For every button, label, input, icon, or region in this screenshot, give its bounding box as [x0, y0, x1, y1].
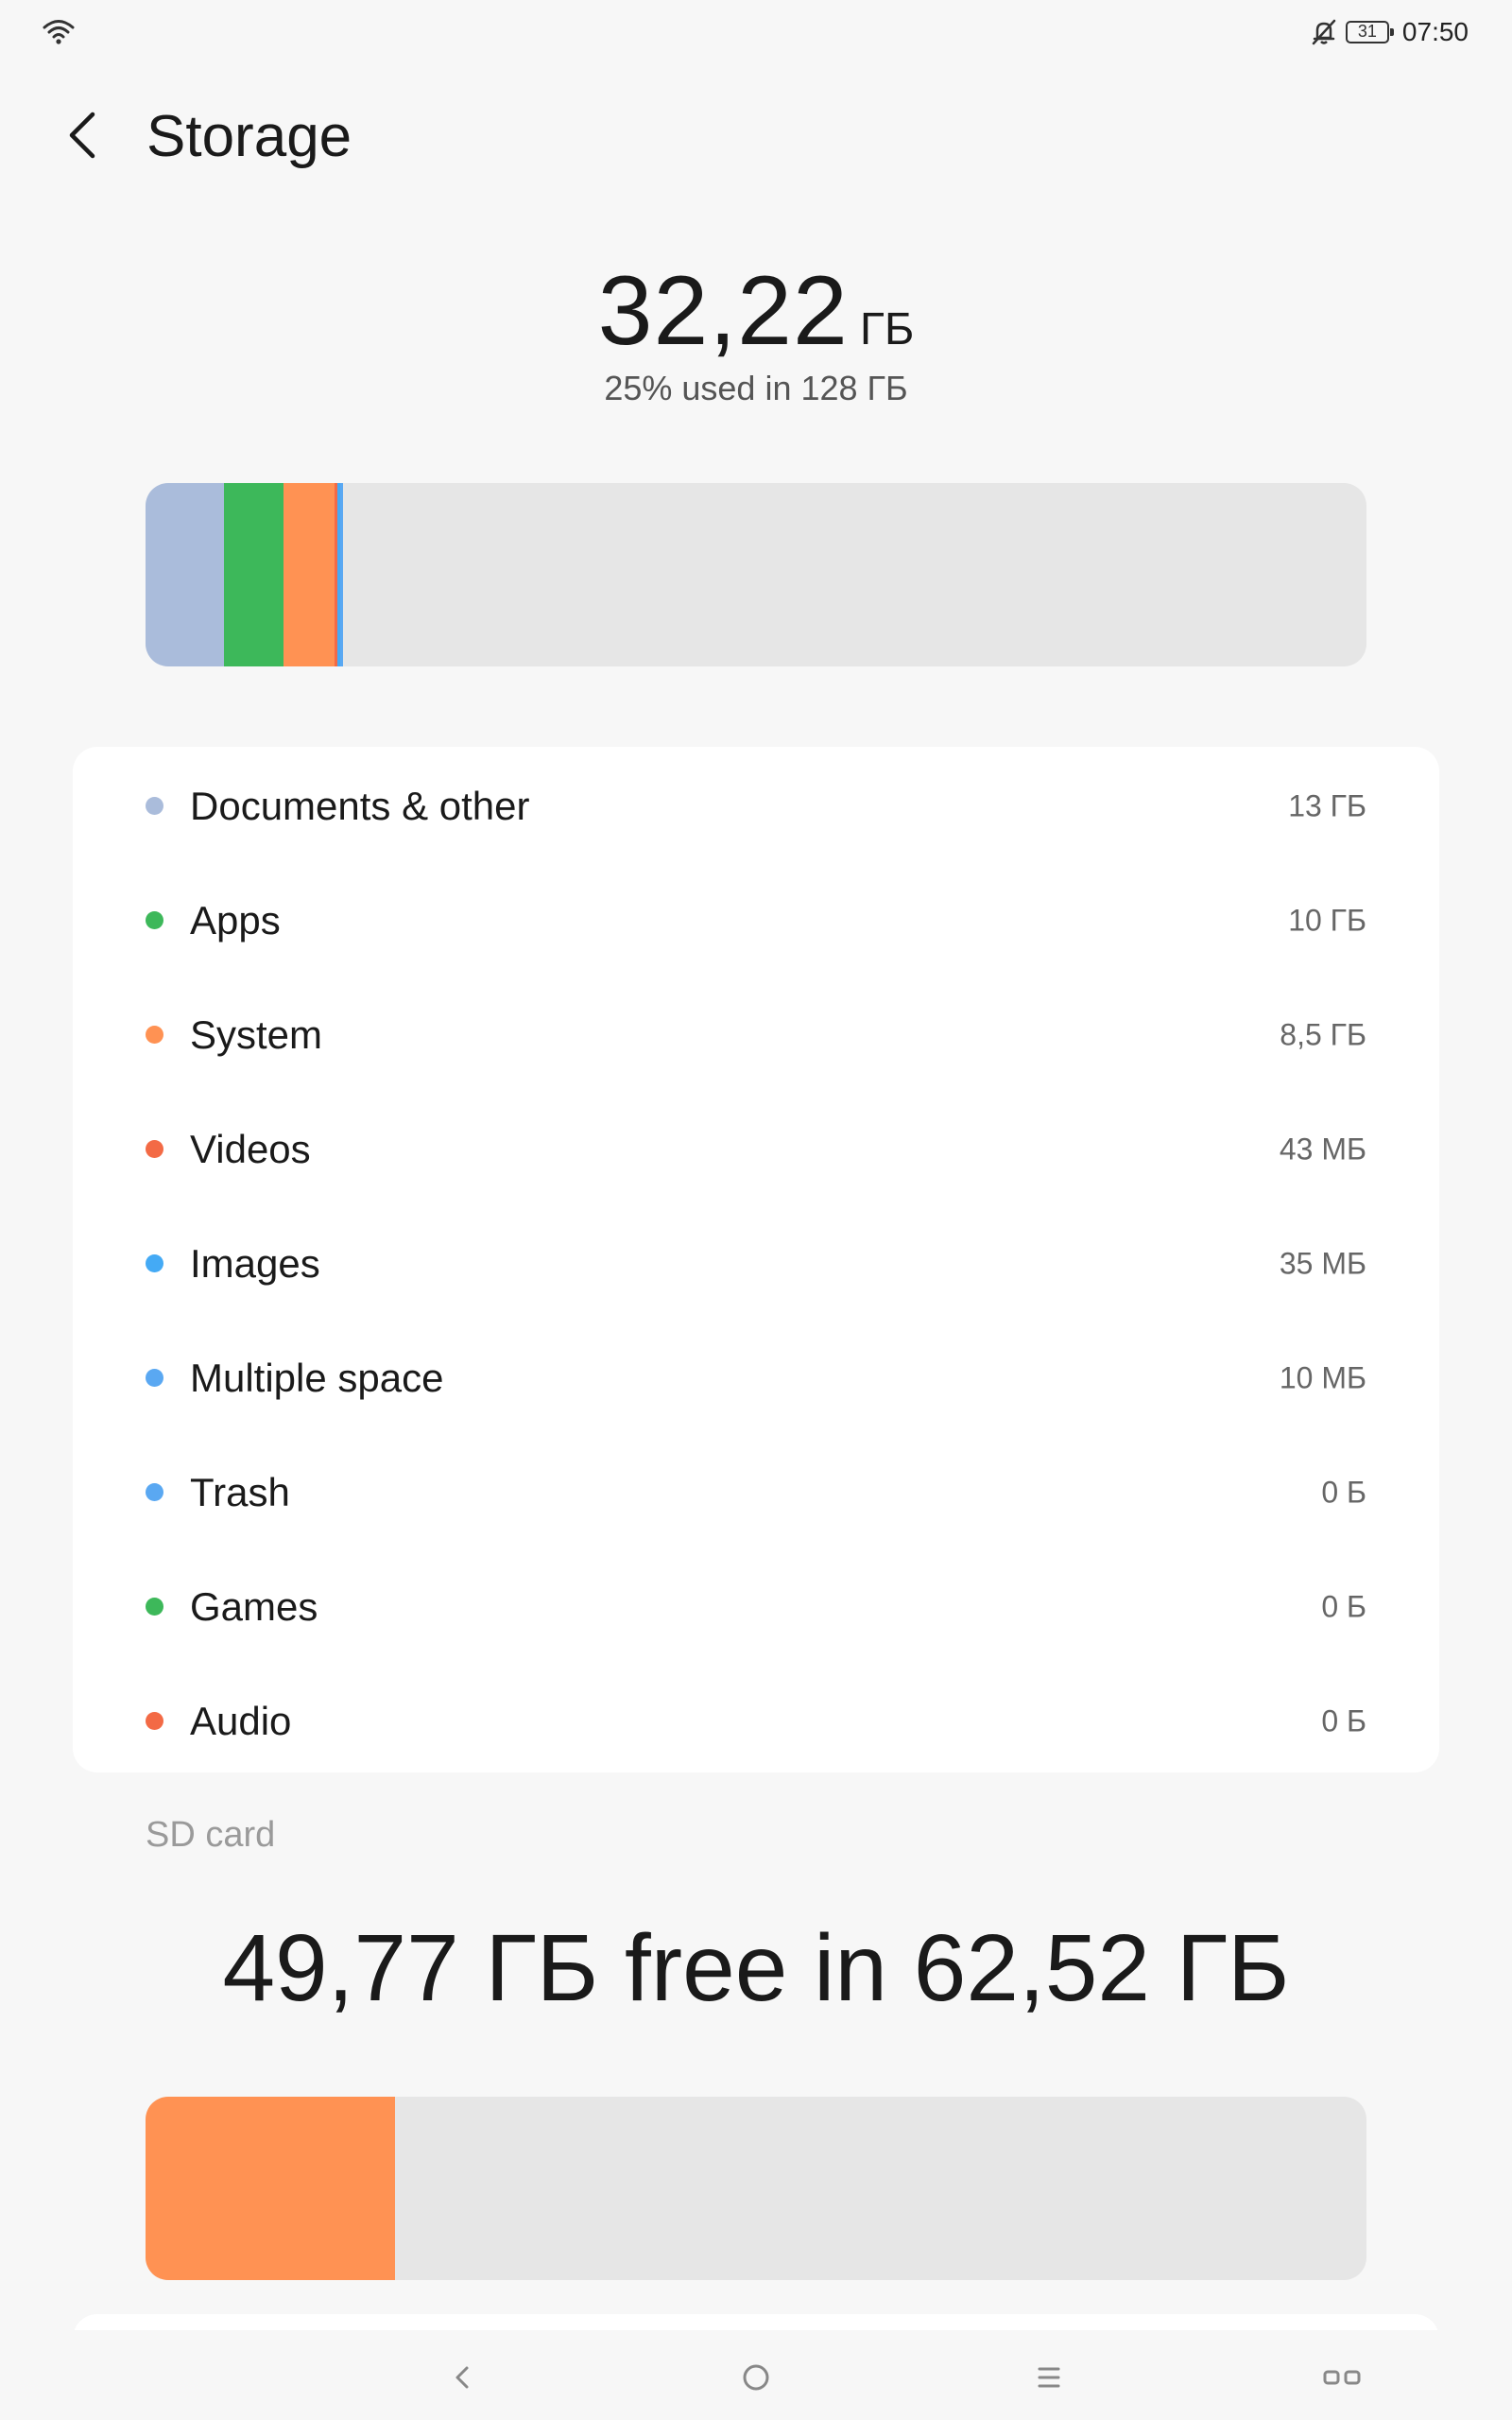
- used-storage-value: 32,22: [597, 256, 849, 366]
- home-icon[interactable]: [728, 2349, 784, 2406]
- category-color-dot: [146, 1597, 163, 1616]
- storage-bar-segment-multiple-space: [340, 483, 343, 666]
- category-label: System: [190, 1011, 323, 1057]
- recents-icon[interactable]: [1314, 2349, 1370, 2406]
- sd-card-section-label: SD card: [146, 1815, 276, 1855]
- category-size: 0 Б: [1321, 1475, 1366, 1509]
- storage-bar-segment-documents-other: [146, 483, 224, 666]
- category-color-dot: [146, 796, 163, 815]
- category-size: 8,5 ГБ: [1280, 1017, 1366, 1051]
- category-label: Games: [190, 1583, 318, 1629]
- status-bar: 31 07:50: [0, 0, 1512, 66]
- used-storage-subtitle: 25% used in 128 ГБ: [604, 369, 908, 407]
- category-color-dot: [146, 1139, 163, 1158]
- category-size: 43 МБ: [1279, 1132, 1366, 1166]
- category-size: 0 Б: [1321, 1589, 1366, 1623]
- category-label: Trash: [190, 1469, 290, 1514]
- used-storage-total: 32,22 ГБ: [0, 255, 1512, 368]
- category-label: Audio: [190, 1698, 292, 1743]
- category-color-dot: [146, 1368, 163, 1387]
- category-size: 35 МБ: [1279, 1246, 1366, 1280]
- storage-bar-segment-system: [284, 483, 335, 666]
- category-label: Images: [190, 1240, 320, 1286]
- menu-icon[interactable]: [1021, 2349, 1077, 2406]
- storage-category-row[interactable]: Apps 10 ГБ: [73, 863, 1439, 977]
- chevron-left-icon[interactable]: [57, 107, 113, 164]
- sd-card-summary: 49,77 ГБ free in 62,52 ГБ: [222, 1915, 1290, 2021]
- wifi-icon: [43, 20, 75, 44]
- storage-category-row[interactable]: Images 35 МБ: [73, 1206, 1439, 1321]
- back-icon[interactable]: [435, 2349, 491, 2406]
- category-label: Videos: [190, 1126, 311, 1171]
- sd-card-used-segment: [146, 2097, 395, 2280]
- category-color-dot: [146, 1025, 163, 1044]
- category-size: 0 Б: [1321, 1703, 1366, 1737]
- category-color-dot: [146, 1253, 163, 1272]
- clock: 07:50: [1401, 17, 1469, 46]
- battery-icon: 31: [1345, 21, 1394, 43]
- storage-category-row[interactable]: Games 0 Б: [73, 1549, 1439, 1664]
- storage-category-row[interactable]: System 8,5 ГБ: [73, 977, 1439, 1092]
- storage-category-row[interactable]: Audio 0 Б: [73, 1664, 1439, 1778]
- storage-usage-bar[interactable]: [146, 483, 1366, 666]
- category-label: Multiple space: [190, 1355, 444, 1400]
- category-size: 10 МБ: [1279, 1360, 1366, 1394]
- category-color-dot: [146, 1482, 163, 1501]
- category-size: 10 ГБ: [1288, 903, 1366, 937]
- navigation-bar: [0, 2330, 1512, 2420]
- storage-category-row[interactable]: Multiple space 10 МБ: [73, 1321, 1439, 1435]
- category-label: Documents & other: [190, 783, 530, 828]
- storage-bar-segment-apps: [224, 483, 284, 666]
- storage-category-row[interactable]: Trash 0 Б: [73, 1435, 1439, 1549]
- storage-category-row[interactable]: Videos 43 МБ: [73, 1092, 1439, 1206]
- used-storage-unit: ГБ: [859, 304, 915, 354]
- category-size: 13 ГБ: [1288, 788, 1366, 822]
- category-label: Apps: [190, 897, 281, 942]
- header: Storage: [0, 90, 1512, 184]
- sd-card-usage-bar[interactable]: [146, 2097, 1366, 2280]
- bell-muted-icon: [1312, 19, 1336, 45]
- storage-category-row[interactable]: Documents & other 13 ГБ: [73, 749, 1439, 863]
- category-color-dot: [146, 1711, 163, 1730]
- page-title: Storage: [146, 104, 352, 169]
- storage-category-list: Documents & other 13 ГБ Apps 10 ГБ System 8,5…: [73, 747, 1439, 1772]
- category-color-dot: [146, 910, 163, 929]
